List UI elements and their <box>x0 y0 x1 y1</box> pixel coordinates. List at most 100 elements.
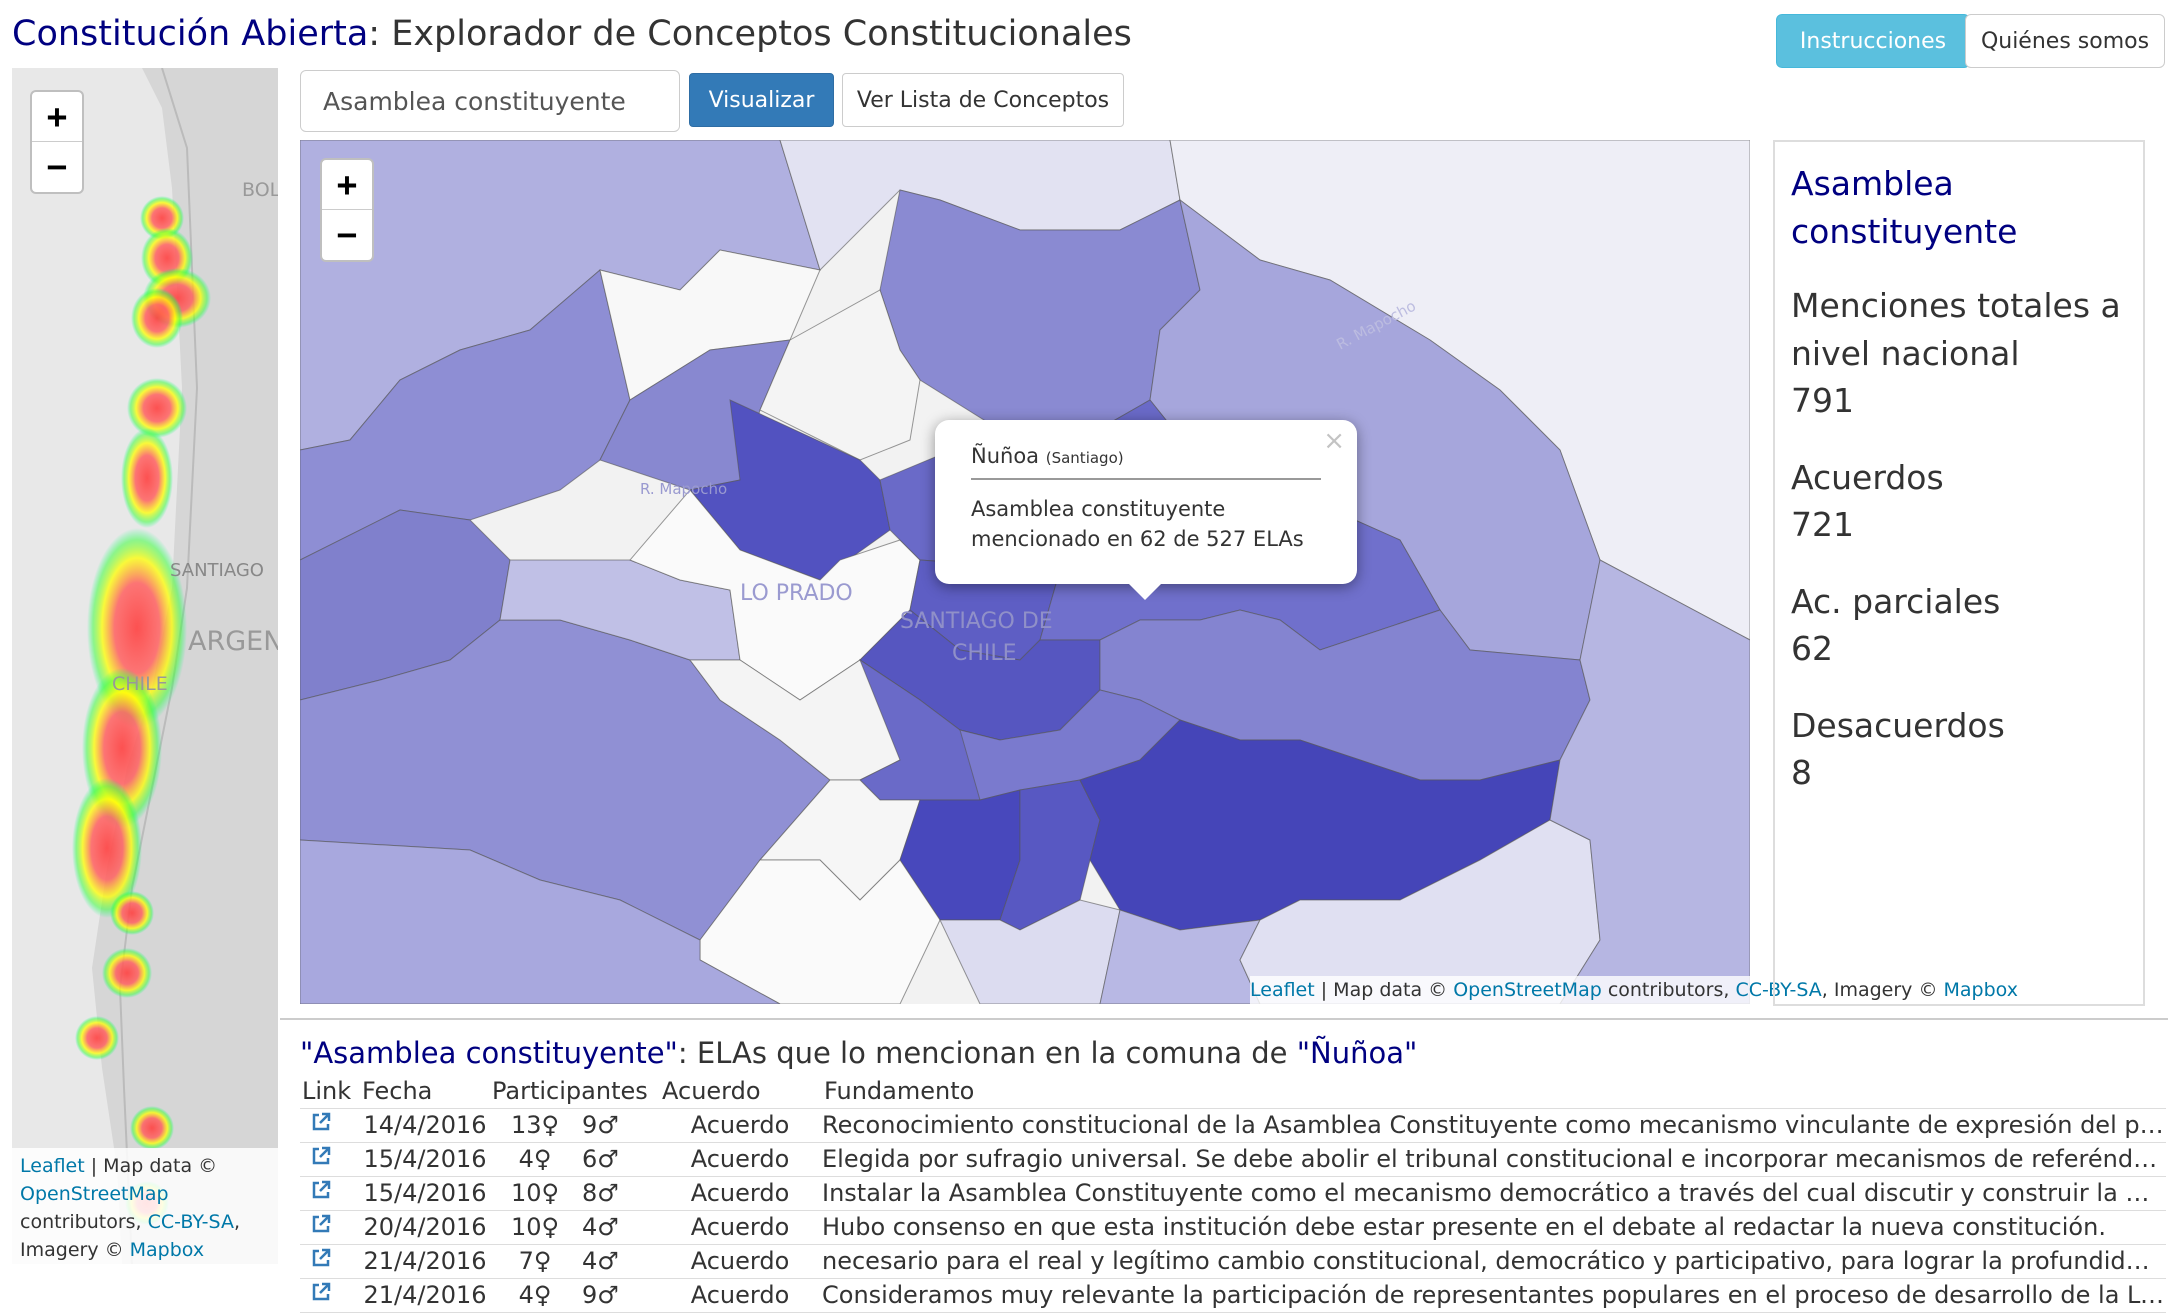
quienes-somos-button[interactable]: Quiénes somos <box>1965 14 2165 68</box>
map-zoom-out-button[interactable]: − <box>322 210 372 260</box>
parciales-value: 62 <box>1791 629 1833 668</box>
col-fundamento: Fundamento <box>824 1076 975 1105</box>
table-title-text: : ELAs que lo mencionan en la comuna de <box>677 1036 1297 1070</box>
table-row: 21/4/2016 7♀ 4♂ Acuerdo necesario para el re… <box>300 1243 2166 1278</box>
overview-zoom-out-button[interactable]: − <box>32 142 82 192</box>
row-fundamento: necesario para el real y legítimo cambio… <box>820 1243 2166 1278</box>
map-label-santiago: SANTIAGO DE <box>900 609 1053 634</box>
col-link: Link <box>302 1076 352 1105</box>
row-acuerdo: Acuerdo <box>660 1243 820 1278</box>
row-fecha: 20/4/2016 <box>360 1209 490 1244</box>
attribution-text: contributors, <box>20 1211 148 1233</box>
ver-lista-button[interactable]: Ver Lista de Conceptos <box>842 73 1124 127</box>
osm-link[interactable]: OpenStreetMap <box>20 1183 169 1205</box>
total-mentions-label: Menciones totales a nivel nacional <box>1791 286 2121 373</box>
row-mujeres: 7♀ <box>490 1243 580 1278</box>
map-zoom-control: + − <box>320 158 374 262</box>
row-fecha: 21/4/2016 <box>360 1243 490 1278</box>
table-row: 15/4/2016 4♀ 6♂ Acuerdo Elegida por sufragio… <box>300 1141 2166 1176</box>
external-link-icon[interactable] <box>300 1209 360 1244</box>
popup-count: mencionado en 62 de 527 ELAs <box>971 527 1304 551</box>
osm-link[interactable]: OpenStreetMap <box>1453 979 1602 1001</box>
overview-zoom-control: + − <box>30 90 84 194</box>
stats-panel: Asamblea constituyente Menciones totales… <box>1773 140 2145 1006</box>
attribution-text: contributors, <box>1601 979 1736 1001</box>
table-row: 15/4/2016 10♀ 8♂ Acuerdo Instalar la Asamble… <box>300 1175 2166 1210</box>
row-hombres: 4♂ <box>580 1209 660 1244</box>
row-mujeres: 10♀ <box>490 1209 580 1244</box>
map-label-mapocho-west: R. Mapocho <box>640 480 727 498</box>
map-attribution: Leaflet | Map data © OpenStreetMap contr… <box>1250 976 2018 1004</box>
section-divider <box>280 1018 2168 1020</box>
popup-text: Asamblea constituyente mencionado en 62 d… <box>971 494 1321 554</box>
external-link-icon[interactable] <box>300 1175 360 1210</box>
col-participantes: Participantes <box>492 1076 648 1105</box>
popup-concept: Asamblea constituyente <box>971 497 1226 521</box>
row-acuerdo: Acuerdo <box>660 1107 820 1142</box>
map-label-chile: CHILE <box>952 641 1017 666</box>
row-hombres: 4♂ <box>580 1243 660 1278</box>
row-fundamento: Reconocimiento constitucional de la Asam… <box>820 1107 2166 1142</box>
row-acuerdo: Acuerdo <box>660 1141 820 1176</box>
table-row: 21/4/2016 4♀ 9♂ Acuerdo Consideramos muy rel… <box>300 1277 2166 1313</box>
table-row: 14/4/2016 13♀ 9♂ Acuerdo Reconocimiento cons… <box>300 1107 2166 1142</box>
page-subtitle: : Explorador de Conceptos Constitucional… <box>368 14 1132 54</box>
attribution-text: | Map data © <box>1314 979 1454 1001</box>
row-fundamento: Consideramos muy relevante la participac… <box>820 1277 2166 1313</box>
row-hombres: 8♂ <box>580 1175 660 1210</box>
row-fundamento: Elegida por sufragio universal. Se debe … <box>820 1141 2166 1176</box>
external-link-icon[interactable] <box>300 1107 360 1142</box>
label-argentina: ARGEN <box>188 626 278 657</box>
label-bol: BOL <box>242 179 278 201</box>
col-fecha: Fecha <box>362 1076 433 1105</box>
row-acuerdo: Acuerdo <box>660 1277 820 1313</box>
brand-name[interactable]: Constitución Abierta <box>12 14 368 54</box>
map-label-lo-prado: LO PRADO <box>740 581 853 606</box>
col-acuerdo: Acuerdo <box>662 1076 761 1105</box>
concept-search-input[interactable]: Asamblea constituyente <box>300 70 680 132</box>
comuna-popup: × Ñuñoa (Santiago) Asamblea constituyent… <box>935 420 1357 600</box>
table-title: "Asamblea constituyente": ELAs que lo me… <box>300 1036 1417 1070</box>
external-link-icon[interactable] <box>300 1141 360 1176</box>
page-title: Constitución Abierta: Explorador de Conc… <box>12 14 1132 54</box>
row-mujeres: 4♀ <box>490 1141 580 1176</box>
table-title-concept: "Asamblea constituyente" <box>300 1036 678 1070</box>
total-mentions-value: 791 <box>1791 381 1854 420</box>
row-hombres: 9♂ <box>580 1277 660 1313</box>
row-fecha: 21/4/2016 <box>360 1277 490 1313</box>
label-santiago: SANTIAGO <box>170 560 264 581</box>
leaflet-link[interactable]: Leaflet <box>20 1155 85 1177</box>
row-fecha: 14/4/2016 <box>360 1107 490 1142</box>
popup-region: (Santiago) <box>1045 449 1124 467</box>
overview-zoom-in-button[interactable]: + <box>32 92 82 142</box>
label-chile: CHILE <box>112 673 168 695</box>
row-mujeres: 13♀ <box>490 1107 580 1142</box>
row-acuerdo: Acuerdo <box>660 1209 820 1244</box>
overview-heatmap[interactable]: BOL SANTIAGO ARGEN CHILE + − <box>12 68 278 1264</box>
desacuerdos-value: 8 <box>1791 753 1812 792</box>
parciales-label: Ac. parciales <box>1791 582 2001 621</box>
visualizar-button[interactable]: Visualizar <box>689 73 834 127</box>
map-zoom-in-button[interactable]: + <box>322 160 372 210</box>
popup-divider <box>971 478 1321 480</box>
row-fundamento: Instalar la Asamblea Constituyente como … <box>820 1175 2166 1210</box>
overview-attribution: Leaflet | Map data © OpenStreetMap contr… <box>12 1148 278 1266</box>
table-title-comuna: "Ñuñoa" <box>1296 1036 1418 1070</box>
row-fecha: 15/4/2016 <box>360 1141 490 1176</box>
external-link-icon[interactable] <box>300 1243 360 1278</box>
leaflet-link[interactable]: Leaflet <box>1250 979 1315 1001</box>
row-fundamento: Hubo consenso en que esta institución de… <box>820 1209 2166 1244</box>
popup-close-button[interactable]: × <box>1323 426 1345 456</box>
elas-table: Link Fecha Participantes Acuerdo Fundame… <box>300 1074 2166 1313</box>
desacuerdos-label: Desacuerdos <box>1791 706 2005 745</box>
acuerdos-label: Acuerdos <box>1791 458 1944 497</box>
row-hombres: 6♂ <box>580 1141 660 1176</box>
attribution-text: | Map data © <box>84 1155 218 1177</box>
table-row: 20/4/2016 10♀ 4♂ Acuerdo Hubo consenso en qu… <box>300 1209 2166 1244</box>
mapbox-link[interactable]: Mapbox <box>130 1239 204 1261</box>
row-mujeres: 4♀ <box>490 1277 580 1313</box>
external-link-icon[interactable] <box>300 1277 360 1313</box>
row-fecha: 15/4/2016 <box>360 1175 490 1210</box>
license-link[interactable]: CC-BY-SA <box>148 1211 234 1233</box>
instrucciones-button[interactable]: Instrucciones <box>1776 14 1970 68</box>
